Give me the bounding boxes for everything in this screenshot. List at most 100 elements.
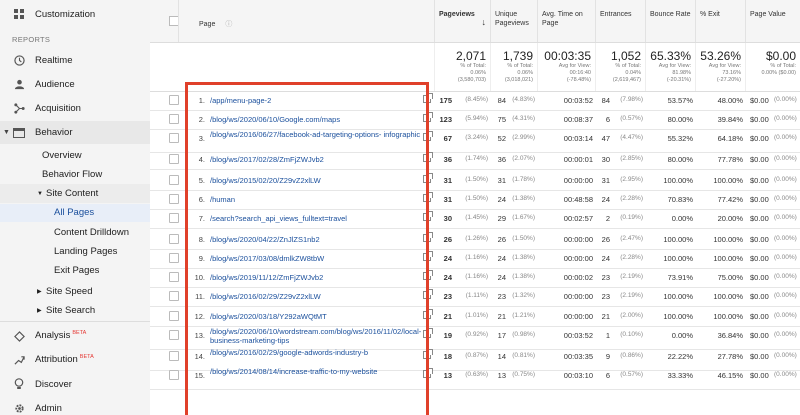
sidebar-item-content-drilldown[interactable]: Content Drilldown [54, 227, 129, 238]
cell-entrances-pct: (2.28%) [620, 195, 643, 202]
cell-bounce-rate: 100.00% [663, 292, 693, 301]
row-checkbox[interactable] [169, 95, 179, 105]
cell-page-value-pct: (0.00%) [774, 214, 797, 221]
cell-pageviews: 30 [443, 214, 452, 223]
row-checkbox[interactable] [169, 253, 179, 263]
column-header-exit[interactable]: % Exit [695, 0, 745, 42]
sidebar-item-overview[interactable]: Overview [42, 150, 82, 161]
row-checkbox[interactable] [169, 291, 179, 301]
sidebar-item-label: Admin [35, 402, 62, 414]
cell-avg-time: 00:03:35 [563, 352, 593, 361]
row-checkbox[interactable] [169, 154, 179, 164]
caret-down-icon: ▼ [37, 190, 43, 197]
row-checkbox[interactable] [169, 272, 179, 282]
column-header-entrances[interactable]: Entrances [595, 0, 645, 42]
cell-exit: 27.78% [717, 352, 743, 361]
sidebar-item-all-pages[interactable]: All Pages [0, 204, 150, 222]
sidebar-item-discover[interactable]: Discover [0, 374, 150, 394]
row-checkbox[interactable] [169, 213, 179, 223]
cell-pageviews: 23 [443, 292, 452, 301]
column-header-page[interactable]: Page ⓘ [178, 0, 434, 42]
sidebar-item-site-search[interactable]: ▶ Site Search [0, 300, 150, 320]
cell-avg-time: 00:00:00 [563, 312, 593, 321]
sidebar-item-acquisition[interactable]: Acquisition [0, 98, 150, 118]
caret-right-icon: ▶ [37, 288, 42, 295]
cell-page-value: $0.00 [750, 371, 769, 380]
cell-bounce-rate: 80.00% [667, 115, 693, 124]
cell-entrances: 30 [601, 155, 610, 164]
sidebar-item-label: Realtime [35, 54, 73, 66]
sidebar-item-site-content[interactable]: ▼ Site Content [0, 184, 150, 203]
cell-bounce-rate: 73.91% [667, 273, 693, 282]
total-pageviews: 2,071 % of Total: 0.06% (3,580,703) [434, 43, 490, 91]
row-checkbox[interactable] [169, 351, 179, 361]
sidebar-item-exit-pages[interactable]: Exit Pages [54, 265, 99, 276]
cell-exit: 100.00% [713, 176, 743, 185]
sidebar-item-analysis[interactable]: Analysis BETA [0, 326, 150, 346]
row-checkbox[interactable] [169, 311, 179, 321]
highlight-box [185, 82, 429, 415]
cell-unique-pageviews: 29 [497, 214, 506, 223]
sidebar-item-label: Site Search [46, 304, 96, 316]
cell-unique-pageviews: 26 [497, 235, 506, 244]
cell-entrances: 6 [605, 115, 610, 124]
cell-entrances: 23 [601, 273, 610, 282]
sidebar-item-behavior-flow[interactable]: Behavior Flow [42, 169, 102, 180]
cell-avg-time: 00:03:52 [563, 96, 593, 105]
row-checkbox[interactable] [169, 370, 179, 380]
sidebar-item-attribution[interactable]: Attribution BETA [0, 350, 150, 370]
cell-entrances-pct: (2.28%) [620, 254, 643, 261]
cell-unique-pct: (1.32%) [512, 292, 535, 299]
row-checkbox[interactable] [169, 133, 179, 143]
cell-pageviews-pct: (1.16%) [465, 273, 488, 280]
cell-entrances: 9 [605, 352, 610, 361]
sidebar-item-label: Site Speed [46, 285, 93, 297]
sidebar-item-behavior[interactable]: ▼ Behavior [0, 121, 150, 144]
sidebar-item-landing-pages[interactable]: Landing Pages [54, 246, 117, 257]
cell-entrances: 2 [605, 214, 610, 223]
cell-page-value-pct: (0.00%) [774, 312, 797, 319]
cell-unique-pct: (2.99%) [512, 134, 535, 141]
cell-pageviews: 24 [443, 273, 452, 282]
sidebar-item-admin[interactable]: Admin [0, 398, 150, 415]
cell-entrances-pct: (0.10%) [620, 331, 643, 338]
cell-unique-pageviews: 14 [497, 352, 506, 361]
cell-unique-pct: (1.38%) [512, 195, 535, 202]
sidebar-item-audience[interactable]: Audience [0, 74, 150, 94]
cell-exit: 39.84% [717, 115, 743, 124]
column-header-avg-time[interactable]: Avg. Time on Page [537, 0, 595, 42]
cell-pageviews-pct: (1.74%) [465, 155, 488, 162]
row-checkbox[interactable] [169, 330, 179, 340]
cell-exit: 100.00% [713, 292, 743, 301]
cell-unique-pct: (1.38%) [512, 273, 535, 280]
sidebar-item-realtime[interactable]: Realtime [0, 50, 150, 70]
column-header-bounce-rate[interactable]: Bounce Rate [645, 0, 695, 42]
sidebar-item-site-speed[interactable]: ▶ Site Speed [0, 281, 150, 301]
cell-page-value-pct: (0.00%) [774, 371, 797, 378]
cell-page-value-pct: (0.00%) [774, 352, 797, 359]
cell-entrances-pct: (2.85%) [620, 155, 643, 162]
grid-icon [13, 8, 25, 20]
cell-exit: 75.00% [717, 273, 743, 282]
cell-page-value: $0.00 [750, 115, 769, 124]
cell-exit: 20.00% [717, 214, 743, 223]
total-entrances: 1,052 % of Total: 0.04% (2,619,467) [595, 43, 645, 91]
cell-entrances: 24 [601, 195, 610, 204]
row-checkbox[interactable] [169, 194, 179, 204]
cell-avg-time: 00:00:01 [563, 155, 593, 164]
cell-bounce-rate: 80.00% [667, 155, 693, 164]
cell-avg-time: 00:00:00 [563, 235, 593, 244]
cell-entrances-pct: (4.47%) [620, 134, 643, 141]
row-checkbox[interactable] [169, 234, 179, 244]
column-header-page-value[interactable]: Page Value [745, 0, 800, 42]
cell-entrances-pct: (2.19%) [620, 292, 643, 299]
cell-unique-pageviews: 31 [497, 176, 506, 185]
total-exit: 53.26% Avg for View: 73.16% (-27.20%) [695, 43, 745, 91]
help-icon[interactable]: ⓘ [225, 21, 232, 28]
sidebar-item-customization[interactable]: Customization [0, 4, 150, 24]
column-header-unique-pageviews[interactable]: Unique Pageviews [490, 0, 537, 42]
row-checkbox[interactable] [169, 114, 179, 124]
column-header-pageviews[interactable]: Pageviews ↓ [434, 0, 490, 42]
cell-unique-pageviews: 23 [497, 292, 506, 301]
row-checkbox[interactable] [169, 175, 179, 185]
